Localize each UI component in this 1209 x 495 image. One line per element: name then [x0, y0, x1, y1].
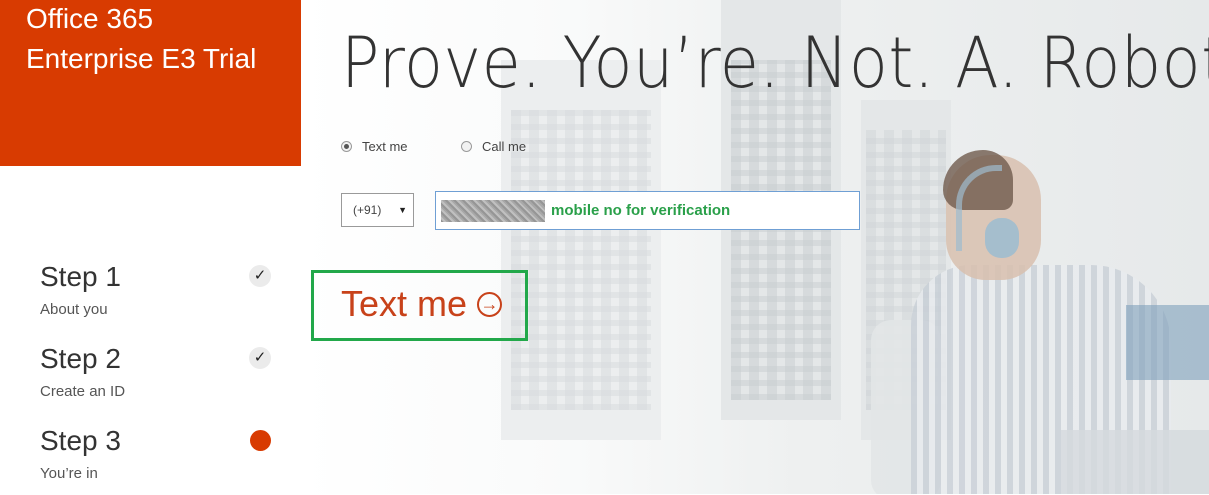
- country-code-select[interactable]: (+91) ▼: [341, 193, 414, 227]
- current-step-dot-icon: [250, 430, 271, 451]
- step-title: Step 3: [40, 425, 121, 456]
- checkmark-icon: ✓: [249, 265, 271, 287]
- dropdown-caret-icon: ▼: [398, 205, 407, 215]
- step-title: Step 2: [40, 343, 121, 374]
- text-me-button-label[interactable]: Text me: [341, 283, 467, 325]
- call-me-label[interactable]: Call me: [482, 139, 526, 154]
- checkmark-icon: ✓: [249, 347, 271, 369]
- step-subtitle: Create an ID: [40, 383, 126, 400]
- product-banner: Office 365 Enterprise E3 Trial: [0, 0, 301, 166]
- country-code-value: (+91): [353, 203, 382, 217]
- text-me-button[interactable]: Text me →: [341, 283, 503, 325]
- product-name: Office 365: [26, 3, 154, 34]
- phone-number-input[interactable]: mobile no for verification: [435, 191, 860, 230]
- step-1: Step 1 About you ✓: [40, 261, 280, 331]
- step-subtitle: About you: [40, 301, 108, 318]
- call-me-option[interactable]: Call me: [461, 139, 526, 154]
- radio-unselected-icon[interactable]: [461, 141, 472, 152]
- signup-steps: Step 1 About you ✓ Step 2 Create an ID ✓…: [0, 166, 301, 494]
- text-me-option[interactable]: Text me: [341, 139, 408, 154]
- product-edition: Enterprise E3 Trial: [26, 43, 257, 74]
- arrow-circle-right-icon[interactable]: →: [477, 291, 503, 317]
- radio-selected-icon[interactable]: [341, 141, 352, 152]
- phone-annotation: mobile no for verification: [551, 202, 731, 219]
- step-3: Step 3 You’re in: [40, 425, 280, 495]
- page-title: Prove. You’re. Not. A. Robot.: [341, 22, 1209, 104]
- redacted-phone-number: [441, 199, 545, 222]
- step-subtitle: You’re in: [40, 465, 98, 482]
- step-2: Step 2 Create an ID ✓: [40, 343, 280, 413]
- step-title: Step 1: [40, 261, 121, 292]
- text-me-label[interactable]: Text me: [362, 139, 408, 154]
